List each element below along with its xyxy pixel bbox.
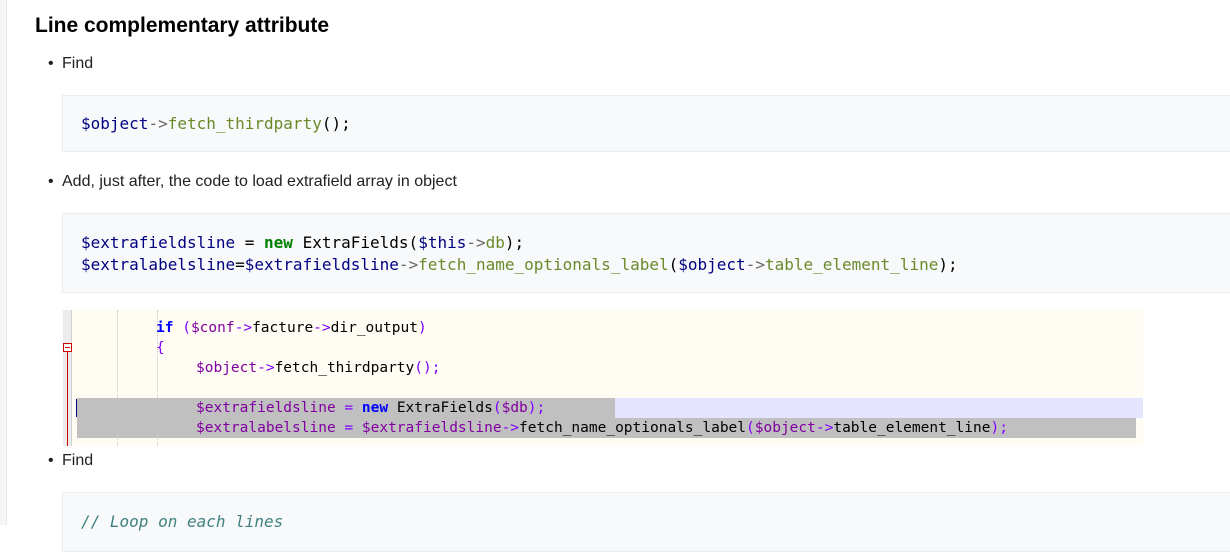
code-line: // Loop on each lines <box>81 512 284 531</box>
editor-line: if ($conf->facture->dir_output) <box>156 320 427 336</box>
editor-screenshot: if ($conf->facture->dir_output) { $objec… <box>63 310 1143 446</box>
step-find-2: • Find <box>48 452 93 470</box>
editor-line: $extrafieldsline = new ExtraFields($db); <box>196 400 546 416</box>
code-line: $extrafieldsline = new ExtraFields($this… <box>81 233 525 252</box>
code-line: $extralabelsline=$extrafieldsline->fetch… <box>81 255 958 274</box>
indent-guide <box>117 310 118 446</box>
step-add-after: • Add, just after, the code to load extra… <box>48 173 457 191</box>
code-block-fetch-thirdparty: $object->fetch_thirdparty(); <box>62 95 1230 152</box>
editor-line: $object->fetch_thirdparty(); <box>196 360 441 376</box>
bullet-icon: • <box>48 173 54 190</box>
left-sidebar-rule <box>0 0 7 525</box>
code-block-loop-comment: // Loop on each lines <box>62 492 1230 552</box>
bullet-icon: • <box>48 55 54 72</box>
step-label: Find <box>62 452 94 469</box>
step-find-1: • Find <box>48 55 93 73</box>
code-block-extrafields: $extrafieldsline = new ExtraFields($this… <box>62 213 1230 293</box>
step-label: Add, just after, the code to load extraf… <box>62 173 457 190</box>
section-heading: Line complementary attribute <box>35 14 330 37</box>
editor-line: { <box>156 340 165 356</box>
text-caret <box>76 399 77 417</box>
fold-collapse-icon[interactable] <box>63 343 72 352</box>
code-line: $object->fetch_thirdparty(); <box>81 114 351 133</box>
bullet-icon: • <box>48 452 54 469</box>
change-marker-line <box>67 348 68 446</box>
step-label: Find <box>62 55 94 72</box>
editor-line: $extralabelsline = $extrafieldsline->fet… <box>196 420 1008 436</box>
